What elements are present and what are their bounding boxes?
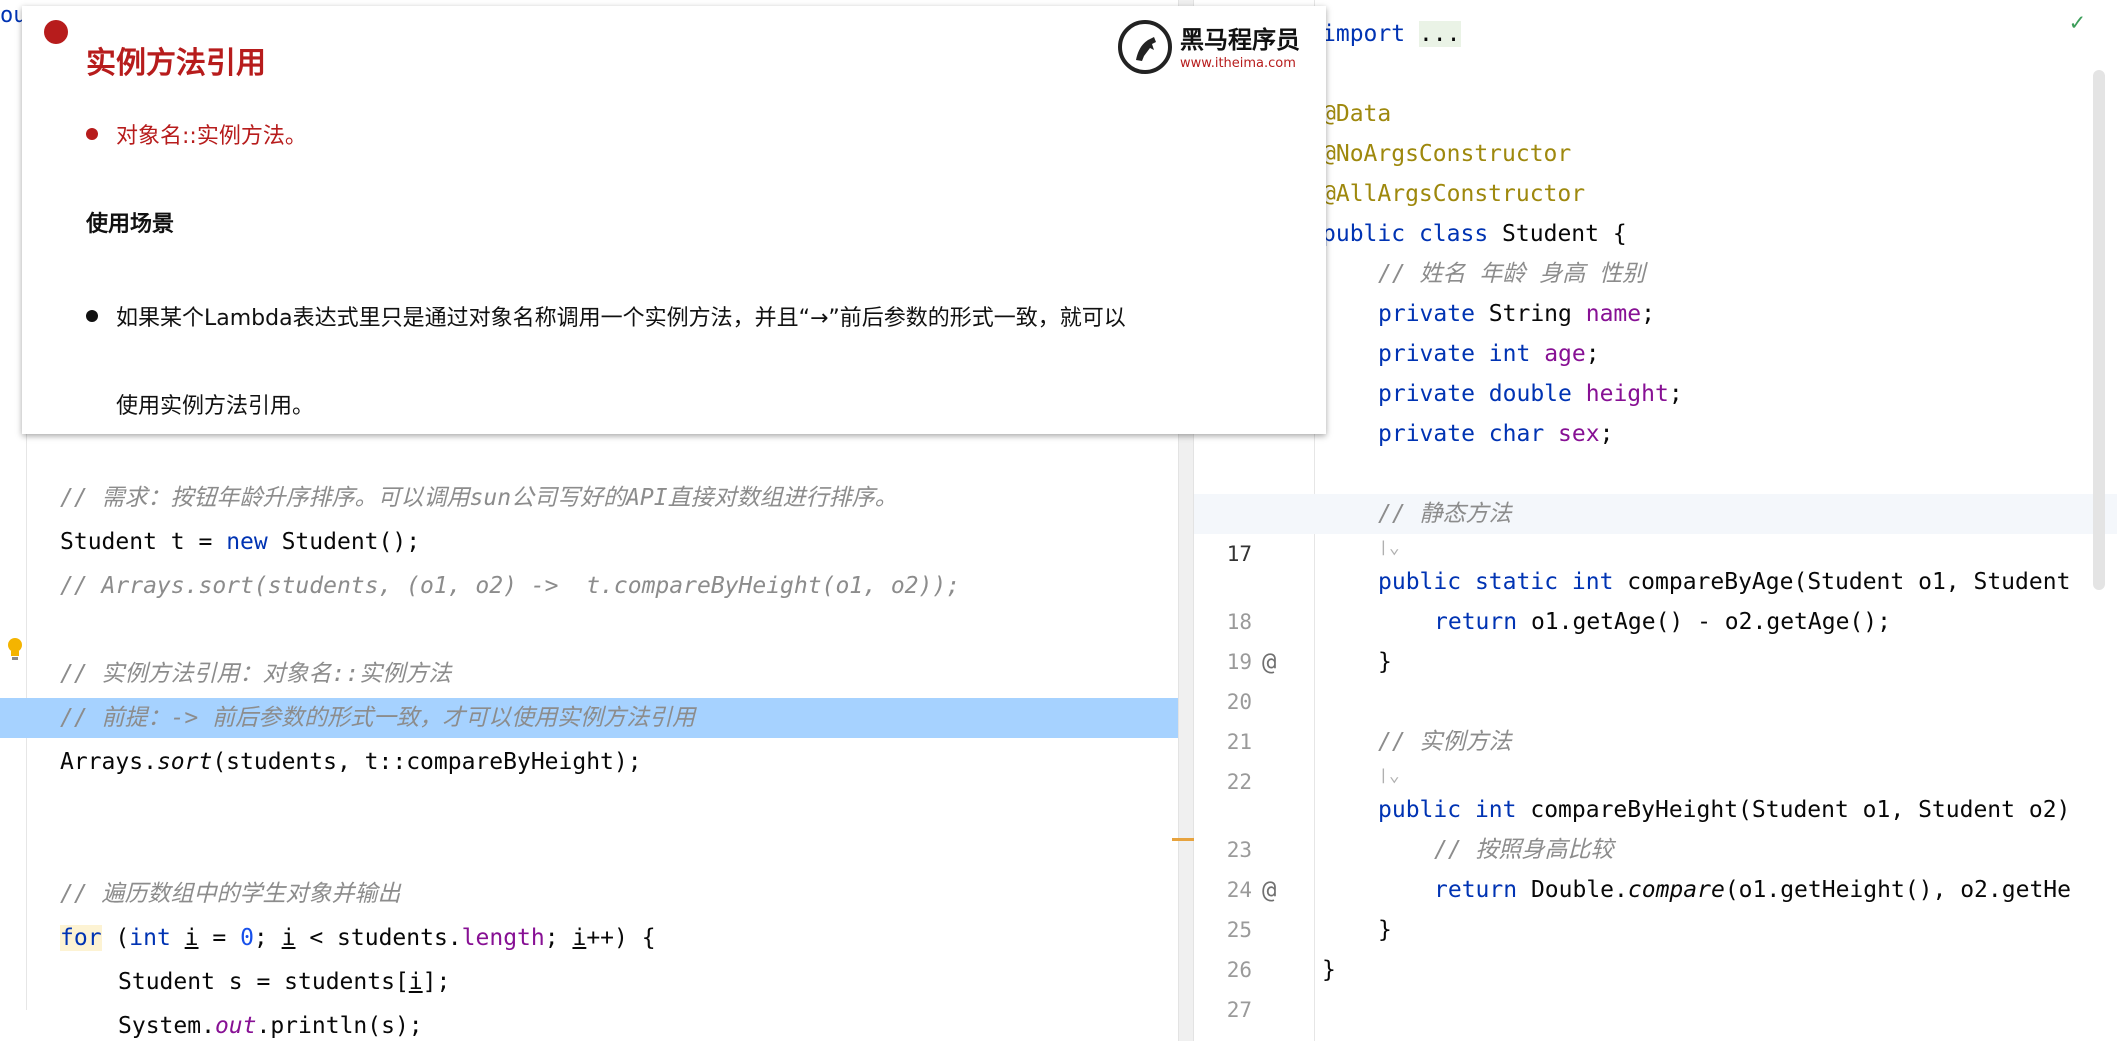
- slide-body-line: 使用实例方法引用。: [116, 394, 315, 419]
- code-line[interactable]: 18 @ public static int compareByAge(Stud…: [1194, 562, 2117, 676]
- return-statement: return o1.getAge() - o2.getAge();: [1434, 609, 1891, 635]
- code-statement: Student t = new Student();: [60, 529, 421, 555]
- close-brace: }: [1378, 649, 1392, 675]
- slide-section-heading: 使用场景: [86, 212, 175, 237]
- code-comment: // 前提：-> 前后参数的形式一致，才可以使用实例方法引用: [60, 705, 696, 731]
- annotation: @Data: [1322, 101, 1392, 127]
- code-line[interactable]: Student s = students[i];: [0, 962, 1178, 1002]
- code-line[interactable]: public class Student {: [1194, 214, 2117, 254]
- code-statement: System.out.println(s);: [118, 1013, 423, 1039]
- code-comment: // 实例方法引用：对象名::实例方法: [60, 661, 452, 687]
- code-line[interactable]: import ...: [1194, 14, 2117, 54]
- code-line[interactable]: // 需求：按钮年龄升序排序。可以调用sun公司写好的API直接对数组进行排序。: [0, 478, 1178, 518]
- code-line-current[interactable]: 17 // 静态方法: [1194, 494, 2117, 566]
- code-line[interactable]: 24 // 按照身高比较: [1194, 830, 2117, 902]
- code-comment: // 按照身高比较: [1434, 837, 1614, 863]
- code-line[interactable]: 22 // 实例方法: [1194, 722, 2117, 794]
- code-line-selected[interactable]: // 前提：-> 前后参数的形式一致，才可以使用实例方法引用: [0, 698, 1178, 738]
- slide-title: 实例方法引用: [86, 46, 266, 81]
- code-line[interactable]: 20 }: [1194, 642, 2117, 714]
- code-line[interactable]: private String name;: [1194, 294, 2117, 334]
- warning-marker[interactable]: [1172, 838, 1194, 841]
- code-line[interactable]: 23 @ public int compareByHeight(Student …: [1194, 790, 2117, 904]
- close-brace: }: [1378, 917, 1392, 943]
- class-declaration: public class Student {: [1322, 221, 1627, 247]
- code-line[interactable]: Arrays.sort(students, t::compareByHeight…: [0, 742, 1178, 782]
- vertical-scrollbar[interactable]: [2093, 70, 2105, 590]
- code-line[interactable]: 21: [1194, 682, 2117, 754]
- code-line[interactable]: Student t = new Student();: [0, 522, 1178, 562]
- code-comment: // 遍历数组中的学生对象并输出: [60, 881, 401, 907]
- code-line[interactable]: private char sex;: [1194, 414, 2117, 454]
- author-hint[interactable]: ❘⌄: [1378, 530, 1400, 566]
- lecture-slide-overlay: 实例方法引用 黑马程序员 www.itheima.com 对象名::实例方法。 …: [22, 6, 1326, 434]
- field-declaration: private String name;: [1378, 301, 1655, 327]
- code-line[interactable]: private double height;: [1194, 374, 2117, 414]
- horse-logo-icon: [1118, 20, 1172, 74]
- annotation: @AllArgsConstructor: [1322, 181, 1586, 207]
- return-statement: return Double.compare(o1.getHeight(), o2…: [1434, 877, 2071, 903]
- code-statement: for (int i = 0; i < students.length; i++…: [60, 925, 656, 951]
- code-line[interactable]: @Data: [1194, 94, 2117, 134]
- horse-icon: [1136, 37, 1156, 61]
- annotation: @NoArgsConstructor: [1322, 141, 1572, 167]
- bullet-icon: [86, 310, 98, 322]
- folded-imports: ...: [1418, 21, 1461, 47]
- code-line[interactable]: System.out.println(s);: [0, 1006, 1178, 1041]
- field-declaration: private char sex;: [1378, 421, 1614, 447]
- inspection-ok-check-icon[interactable]: ✓: [2070, 8, 2084, 36]
- lightbulb-icon[interactable]: [6, 636, 24, 662]
- right-editor-pane[interactable]: import ... @Data @NoArgsConstructor @All…: [1194, 0, 2117, 1041]
- author-hint[interactable]: ❘⌄: [1378, 758, 1400, 794]
- inlay-hint-row: ❘⌄: [1194, 758, 2117, 794]
- inlay-hint-row: ❘⌄: [1194, 530, 2117, 566]
- code-comment: // Arrays.sort(students, (o1, o2) -> t.c…: [60, 573, 961, 599]
- code-line[interactable]: 25 return Double.compare(o1.getHeight(),…: [1194, 870, 2117, 942]
- code-line[interactable]: 19 return o1.getAge() - o2.getAge();: [1194, 602, 2117, 674]
- code-line[interactable]: 26 }: [1194, 910, 2117, 982]
- code-line[interactable]: 28: [1194, 990, 2117, 1041]
- code-line[interactable]: @NoArgsConstructor: [1194, 134, 2117, 174]
- logo-brand-name: 黑马程序员: [1180, 26, 1300, 54]
- code-line[interactable]: for (int i = 0; i < students.length; i++…: [0, 918, 1178, 958]
- code-line[interactable]: // 姓名 年龄 身高 性别: [1194, 254, 2117, 294]
- code-statement: Student s = students[i];: [118, 969, 451, 995]
- code-line[interactable]: 16: [1194, 454, 2117, 526]
- title-dot-icon: [44, 20, 68, 44]
- code-comment: // 姓名 年龄 身高 性别: [1378, 261, 1646, 287]
- code-line[interactable]: // 遍历数组中的学生对象并输出: [0, 874, 1178, 914]
- code-line[interactable]: // 实例方法引用：对象名::实例方法: [0, 654, 1178, 694]
- import-statement: import ...: [1322, 21, 1461, 47]
- logo-url: www.itheima.com: [1180, 56, 1296, 71]
- code-line[interactable]: 27 }: [1194, 950, 2117, 1022]
- code-comment: // 需求：按钮年龄升序排序。可以调用sun公司写好的API直接对数组进行排序。: [60, 485, 898, 511]
- slide-bullet-definition: 对象名::实例方法。: [116, 124, 307, 149]
- code-line[interactable]: // Arrays.sort(students, (o1, o2) -> t.c…: [0, 566, 1178, 606]
- line-number: 28: [1194, 1030, 1252, 1041]
- code-line[interactable]: private int age;: [1194, 334, 2117, 374]
- code-comment: // 实例方法: [1378, 729, 1512, 755]
- method-declaration: public static int compareByAge(Student o…: [1378, 569, 2071, 595]
- code-line[interactable]: @AllArgsConstructor: [1194, 174, 2117, 214]
- brand-logo: 黑马程序员 www.itheima.com: [1118, 16, 1318, 74]
- field-declaration: private int age;: [1378, 341, 1600, 367]
- code-statement: Arrays.sort(students, t::compareByHeight…: [60, 749, 642, 775]
- slide-body-line: 如果某个Lambda表达式里只是通过对象名称调用一个实例方法，并且“→”前后参数…: [116, 306, 1126, 331]
- code-comment: // 静态方法: [1378, 501, 1512, 527]
- close-brace: }: [1322, 957, 1336, 983]
- bullet-icon: [86, 128, 98, 140]
- field-declaration: private double height;: [1378, 381, 1683, 407]
- method-declaration: public int compareByHeight(Student o1, S…: [1378, 797, 2071, 823]
